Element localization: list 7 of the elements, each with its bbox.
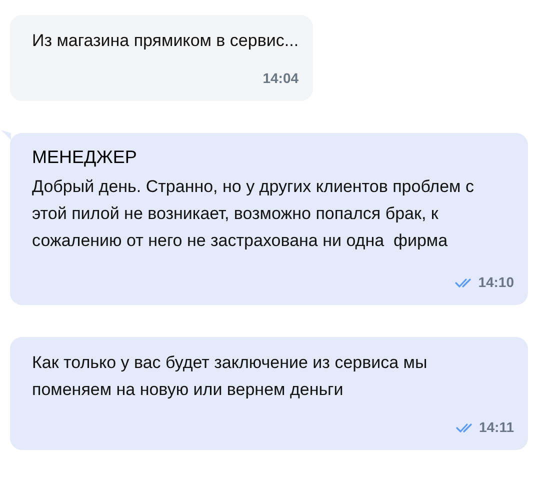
- message-text: Добрый день. Странно, но у других клиентов проблем с этой пилой не возникает, возможно попался брак, к сожалению от него не застрахована ни одна фирма: [32, 176, 475, 252]
- message-text: Как только у вас будет заключение из сервиса мы поменяем на новую или вернем деньги: [32, 352, 428, 401]
- message-time: 14:11: [478, 418, 514, 437]
- sender-name: МЕНЕДЖЕР: [32, 146, 138, 169]
- message-time: 14:04: [262, 69, 299, 88]
- message-time: 14:10: [478, 273, 514, 292]
- message-text: Из магазина прямиком в сервис...: [32, 30, 299, 52]
